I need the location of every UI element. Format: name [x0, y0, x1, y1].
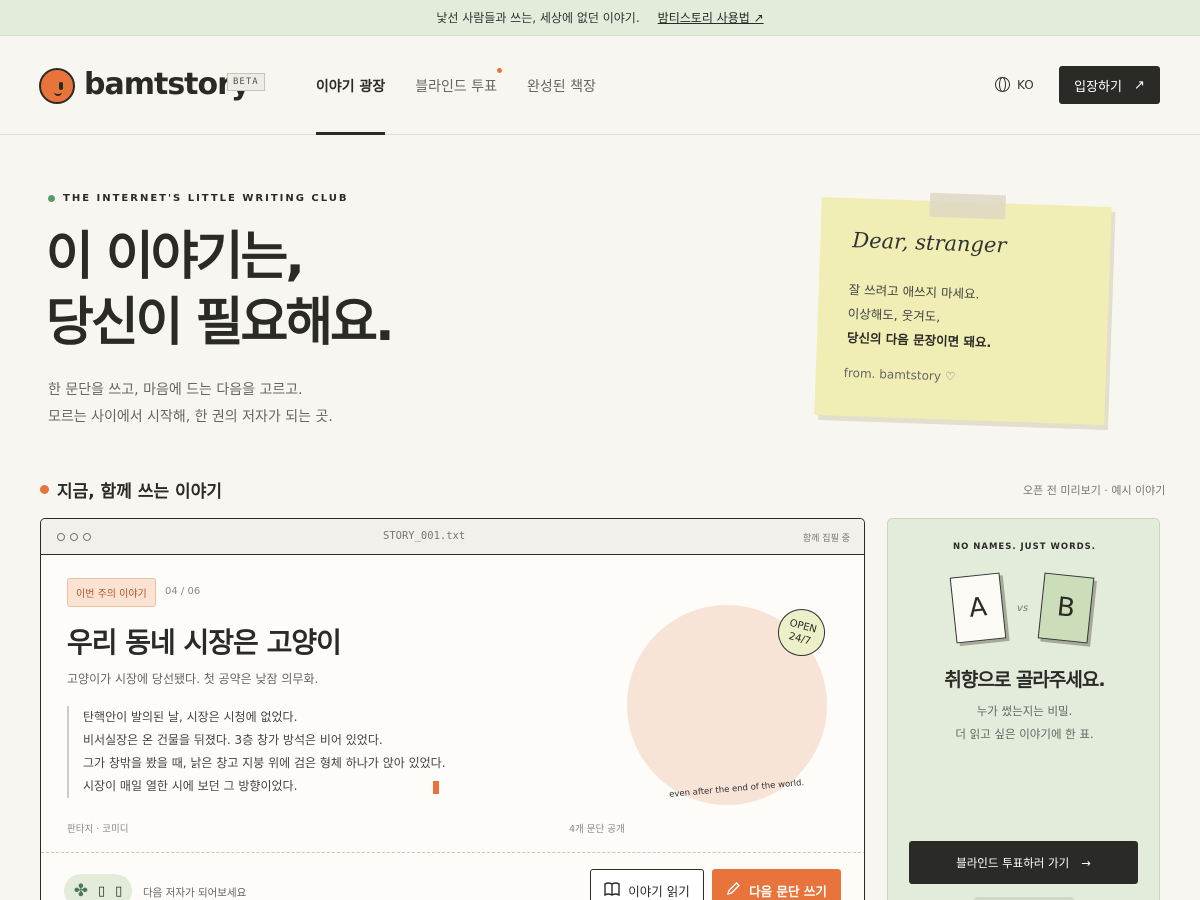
story-line: 비서실장은 온 건물을 뒤졌다. 3층 창가 방석은 비어 있었다. [83, 733, 383, 747]
hero-title-line1: 이 이야기는, [46, 227, 305, 287]
vote-desc-line1: 누가 썼는지는 비밀. [976, 704, 1073, 718]
avatar-placeholder-icon: ▯ [115, 883, 123, 899]
language-switch[interactable]: KO [995, 77, 1034, 92]
hero-title: 이 이야기는, 당신이 필요해요. [46, 224, 395, 356]
story-genre: 판타지 · 코미디 [67, 824, 129, 835]
story-filename: STORY_001.txt [383, 530, 466, 542]
note-line3: 당신의 다음 문장이면 돼요. [846, 329, 992, 350]
beta-badge: BETA [227, 73, 265, 91]
go-vote-label: 블라인드 투표하러 가기 [956, 855, 1070, 870]
story-line: 그가 창밖을 봤을 때, 낡은 창고 지붕 위에 검은 형체 하나가 앉아 있었… [83, 756, 446, 770]
vote-tag: NO NAMES. JUST WORDS. [952, 542, 1097, 552]
new-dot-icon [497, 68, 503, 73]
pencil-icon [726, 881, 741, 899]
nav-story-plaza[interactable]: 이야기 광장 [316, 36, 386, 135]
vs-label: vs [1017, 603, 1029, 614]
note-signature: from. bamtstory ♡ [843, 365, 956, 384]
next-author-text: 다음 저자가 되어보세요 [143, 887, 247, 899]
hero-sub-line1: 한 문단을 쓰고, 마음에 드는 다음을 고르고. [48, 382, 303, 398]
section-note: 오픈 전 미리보기 · 예시 이야기 [1023, 484, 1166, 497]
site-header: bamtstory BETA 이야기 광장 블라인드 투표 완성된 책장 KO … [0, 36, 1200, 135]
logo-text[interactable]: bamtstory [84, 67, 250, 102]
read-story-label: 이야기 읽기 [628, 883, 690, 899]
text-cursor [433, 781, 439, 794]
section-title-text: 지금, 함께 쓰는 이야기 [57, 482, 222, 502]
option-b-card: B [1037, 572, 1095, 644]
hero-subtitle: 한 문단을 쓰고, 마음에 드는 다음을 고르고. 모르는 사이에서 시작해, … [48, 377, 333, 431]
clover-icon: ✤ [73, 881, 88, 900]
blind-vote-card: NO NAMES. JUST WORDS. A vs B 취향으로 골라주세요.… [887, 518, 1160, 900]
arrow-up-right-icon: ↗ [1133, 77, 1145, 93]
go-vote-button[interactable]: 블라인드 투표하러 가기 → [909, 841, 1138, 884]
nav-bookshelf[interactable]: 완성된 책장 [527, 36, 596, 135]
nav-blind-vote[interactable]: 블라인드 투표 [415, 36, 503, 135]
author-avatars: ✤ ▯ ▯ [64, 874, 132, 900]
enter-button-label: 입장하기 [1074, 79, 1122, 95]
arrow-right-icon: → [1081, 855, 1091, 870]
story-paragraph: 탄핵안이 발의된 날, 시장은 시청에 없었다. 비서실장은 온 건물을 뒤졌다… [67, 706, 446, 798]
page-indicator: 04 / 06 [165, 586, 201, 597]
announcement-bar: 낯선 사람들과 쓰는, 세상에 없던 이야기. 밤티스토리 사용법 ↗ [0, 0, 1200, 36]
write-next-label: 다음 문단 쓰기 [749, 883, 827, 899]
hero-sub-line2: 모르는 사이에서 시작해, 한 권의 저자가 되는 곳. [48, 409, 333, 425]
tape [929, 192, 1007, 220]
avatar-placeholder-icon: ▯ [97, 883, 106, 899]
note-greeting: Dear, stranger [851, 228, 1007, 258]
story-card: STORY_001.txt 함께 집필 중 이번 주의 이야기 04 / 06 … [40, 518, 865, 900]
hero-title-line2: 당신이 필요해요. [46, 293, 395, 353]
book-icon [604, 881, 620, 899]
story-line: 시장이 매일 열한 시에 보던 그 방향이었다. [83, 779, 298, 793]
section-title: 지금, 함께 쓰는 이야기 [40, 477, 222, 502]
week-badge: 이번 주의 이야기 [67, 578, 156, 607]
card-divider [41, 852, 864, 853]
story-line: 탄핵안이 발의된 날, 시장은 시청에 없었다. [83, 710, 298, 724]
how-to-use-link[interactable]: 밤티스토리 사용법 ↗ [658, 9, 764, 26]
note-body: 잘 쓰려고 애쓰지 마세요. 이상해도, 웃겨도, 당신의 다음 문장이면 돼요… [847, 278, 994, 355]
story-subtitle: 고양이가 시장에 당선됐다. 첫 공약은 낮잠 의무화. [67, 672, 319, 686]
vote-desc-line2: 더 읽고 싶은 이야기에 한 표. [955, 727, 1094, 741]
hero-eyebrow: THE INTERNET'S LITTLE WRITING CLUB [48, 193, 349, 204]
language-label: KO [1017, 77, 1034, 92]
window-bar: STORY_001.txt 함께 집필 중 [41, 519, 864, 555]
vote-description: 누가 썼는지는 비밀. 더 읽고 싶은 이야기에 한 표. [888, 700, 1161, 746]
globe-icon [995, 77, 1010, 92]
open-count: 4개 문단 공개 [569, 824, 625, 835]
story-status: 함께 집필 중 [802, 534, 850, 544]
vote-heading: 취향으로 골라주세요. [944, 669, 1105, 691]
sticky-note: Dear, stranger 잘 쓰려고 애쓰지 마세요. 이상해도, 웃겨도,… [814, 192, 1112, 425]
enter-button[interactable]: 입장하기 ↗ [1059, 66, 1160, 104]
green-dot-icon [48, 195, 55, 202]
story-title: 우리 동네 시장은 고양이 [67, 626, 342, 659]
option-a-card: A [949, 572, 1007, 644]
read-story-button[interactable]: 이야기 읽기 [590, 869, 704, 900]
orange-dot-icon [40, 485, 49, 494]
main-nav: 이야기 광장 블라인드 투표 완성된 책장 [316, 36, 626, 135]
announcement-text: 낯선 사람들과 쓰는, 세상에 없던 이야기. [436, 11, 640, 25]
write-next-button[interactable]: 다음 문단 쓰기 [712, 869, 841, 900]
window-dots-icon [57, 533, 91, 541]
logo-icon[interactable] [39, 68, 75, 104]
eyebrow-text: THE INTERNET'S LITTLE WRITING CLUB [63, 193, 349, 204]
nav-blind-vote-label: 블라인드 투표 [415, 79, 498, 95]
